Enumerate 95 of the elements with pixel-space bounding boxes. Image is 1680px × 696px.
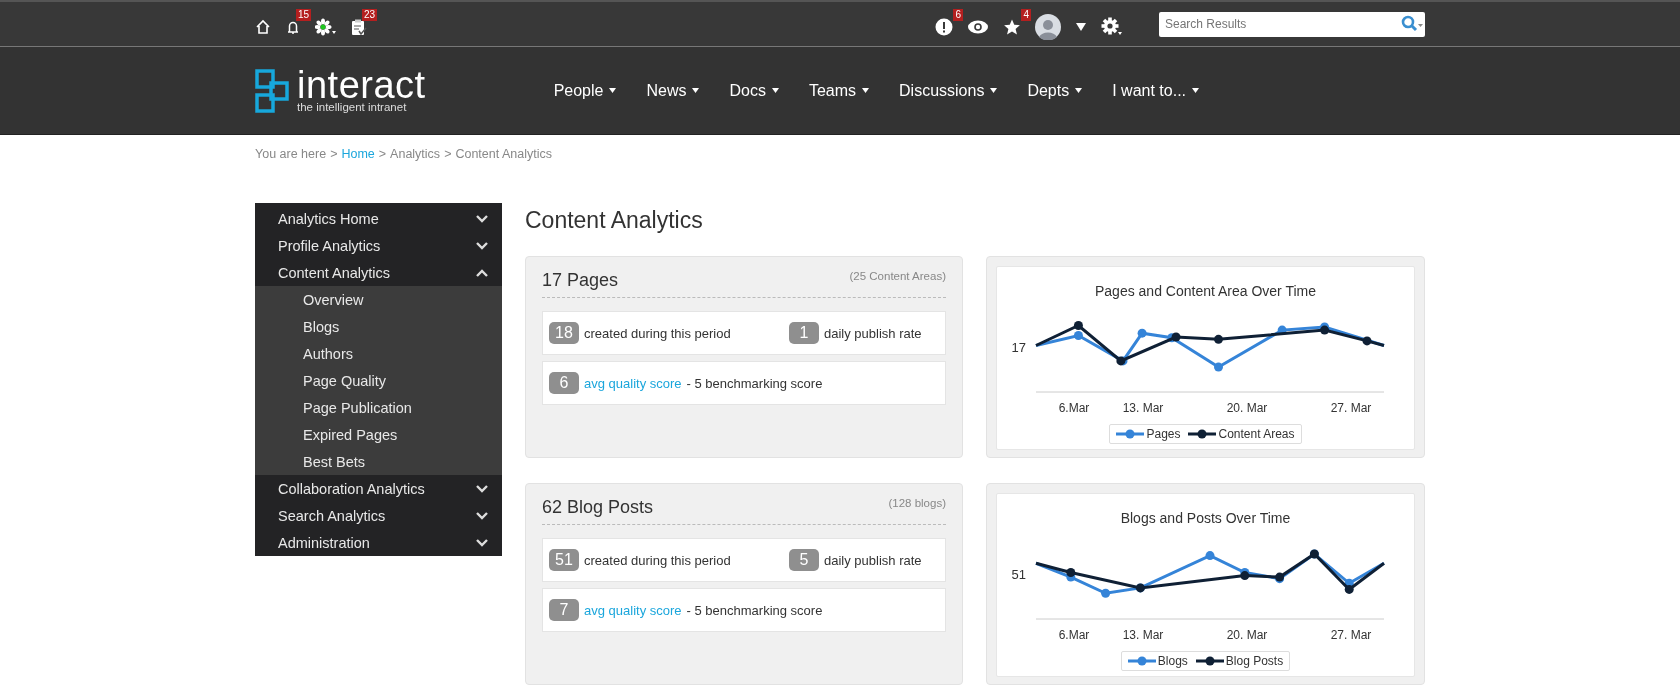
- count-badge: 23: [361, 9, 377, 21]
- sidebar-item[interactable]: Content Analytics: [255, 259, 502, 286]
- logo-tagline: the intelligent intranet: [297, 100, 408, 113]
- axis-label: 27. Mar: [1330, 628, 1371, 642]
- stat-label: created during this period: [584, 552, 731, 568]
- chevron-down-icon: [476, 214, 488, 223]
- search-icon: [1401, 15, 1425, 33]
- legend-label: Blog Posts: [1225, 654, 1284, 668]
- chevron-down-icon: [476, 484, 488, 493]
- eye-icon: [967, 20, 989, 34]
- sidebar-subitem[interactable]: Authors: [255, 340, 502, 367]
- nav-menu-item[interactable]: I want to...: [1112, 81, 1199, 100]
- sidebar-subitem[interactable]: Blogs: [255, 313, 502, 340]
- sidebar-subitem[interactable]: Expired Pages: [255, 421, 502, 448]
- legend-label: Blogs: [1157, 654, 1188, 668]
- axis-label: 27. Mar: [1330, 401, 1371, 415]
- clipboard-button[interactable]: 23: [351, 8, 377, 40]
- axis-label: 20. Mar: [1226, 401, 1267, 415]
- count-badge: 15: [295, 9, 311, 21]
- sidebar-subitem[interactable]: Best Bets: [255, 448, 502, 475]
- stat-label: created during this period: [584, 325, 731, 341]
- sidebar-subitem[interactable]: Page Publication: [255, 394, 502, 421]
- bell-button[interactable]: 15: [285, 8, 311, 40]
- count-badge: 4: [1021, 9, 1031, 21]
- count-badge: 7: [549, 599, 579, 621]
- gear-icon: [1101, 17, 1123, 37]
- chart-title: Blogs and Posts Over Time: [1120, 510, 1291, 526]
- stat-label: - 5 benchmarking score: [686, 375, 823, 391]
- caret-icon: [771, 88, 779, 93]
- count-badge: 18: [549, 322, 579, 344]
- nav-menu-item[interactable]: Docs: [729, 81, 779, 100]
- chevron-down-icon: [476, 241, 488, 250]
- panel-title: 62 Blog Posts: [542, 497, 654, 518]
- nav-menu-item[interactable]: Discussions: [899, 81, 998, 100]
- page-title: Content Analytics: [525, 207, 704, 234]
- home-icon: [255, 19, 271, 35]
- star-icon: [1003, 18, 1021, 36]
- caret-icon: [990, 88, 998, 93]
- nav-menu-item[interactable]: People: [553, 81, 617, 100]
- sidebar-subitem[interactable]: Overview: [255, 286, 502, 313]
- caret-icon: [1192, 88, 1199, 93]
- stat-label: daily publish rate: [824, 325, 922, 341]
- alert-button[interactable]: 6: [935, 8, 963, 40]
- nav-menu-item[interactable]: News: [646, 81, 700, 100]
- axis-label: 20. Mar: [1226, 628, 1267, 642]
- sidebar-subitem[interactable]: Page Quality: [255, 367, 502, 394]
- caret-icon: [1076, 23, 1086, 31]
- chevron-up-icon: [476, 268, 488, 277]
- legend-label: Pages: [1146, 427, 1181, 441]
- sidebar-item[interactable]: Search Analytics: [255, 502, 502, 529]
- chevron-down-icon: [476, 538, 488, 547]
- axis-label: 51: [1011, 567, 1026, 582]
- breadcrumb-separator: >: [444, 147, 452, 161]
- sidebar-item[interactable]: Analytics Home: [255, 205, 502, 232]
- caret-icon: [609, 88, 617, 93]
- axis-label: 6.Mar: [1058, 401, 1089, 415]
- legend-label: Content Areas: [1218, 427, 1295, 441]
- breadcrumb-separator: >: [330, 147, 338, 161]
- search-field[interactable]: Search Results: [1159, 17, 1401, 31]
- chevron-down-icon: [476, 511, 488, 520]
- count-badge: 51: [549, 549, 579, 571]
- chart-title: Pages and Content Area Over Time: [1095, 283, 1316, 299]
- count-badge: 6: [549, 372, 579, 394]
- sidebar-item[interactable]: Collaboration Analytics: [255, 475, 502, 502]
- panel-subtitle: (25 Content Areas): [849, 270, 946, 284]
- nav-menu-item[interactable]: Teams: [808, 81, 870, 100]
- sidebar-item[interactable]: Profile Analytics: [255, 232, 502, 259]
- panel-subtitle: (128 blogs): [888, 497, 946, 511]
- breadcrumb-separator: >: [378, 147, 387, 161]
- search-box[interactable]: Search Results: [1159, 11, 1425, 37]
- star-button[interactable]: 4: [1003, 8, 1031, 40]
- count-badge: 5: [789, 549, 819, 571]
- bell-icon: [285, 19, 301, 35]
- avatar-icon: [1035, 14, 1061, 40]
- caret-icon: [1075, 88, 1083, 93]
- breadcrumb-item: Analytics: [390, 147, 441, 161]
- logo-name: interact: [297, 68, 426, 101]
- breadcrumb-item: Content Analytics: [455, 147, 553, 161]
- stat-label: daily publish rate: [824, 552, 922, 568]
- count-badge: 1: [789, 322, 819, 344]
- panel-title: 17 Pages: [542, 270, 619, 291]
- caret-icon: [862, 88, 870, 93]
- breadcrumb-item: You are here: [255, 147, 327, 161]
- stat-label: - 5 benchmarking score: [686, 602, 823, 618]
- clipboard-icon: [351, 18, 367, 36]
- axis-label: 13. Mar: [1122, 628, 1163, 642]
- axis-label: 13. Mar: [1122, 401, 1163, 415]
- axis-label: 17: [1011, 340, 1026, 355]
- axis-label: 6.Mar: [1058, 628, 1089, 642]
- sidebar-item[interactable]: Administration: [255, 529, 502, 556]
- nav-menu-item[interactable]: Depts: [1027, 81, 1083, 100]
- caret-icon: [692, 88, 700, 93]
- count-badge: 6: [953, 9, 963, 21]
- flower-icon: [315, 18, 337, 36]
- alert-icon: [935, 18, 953, 36]
